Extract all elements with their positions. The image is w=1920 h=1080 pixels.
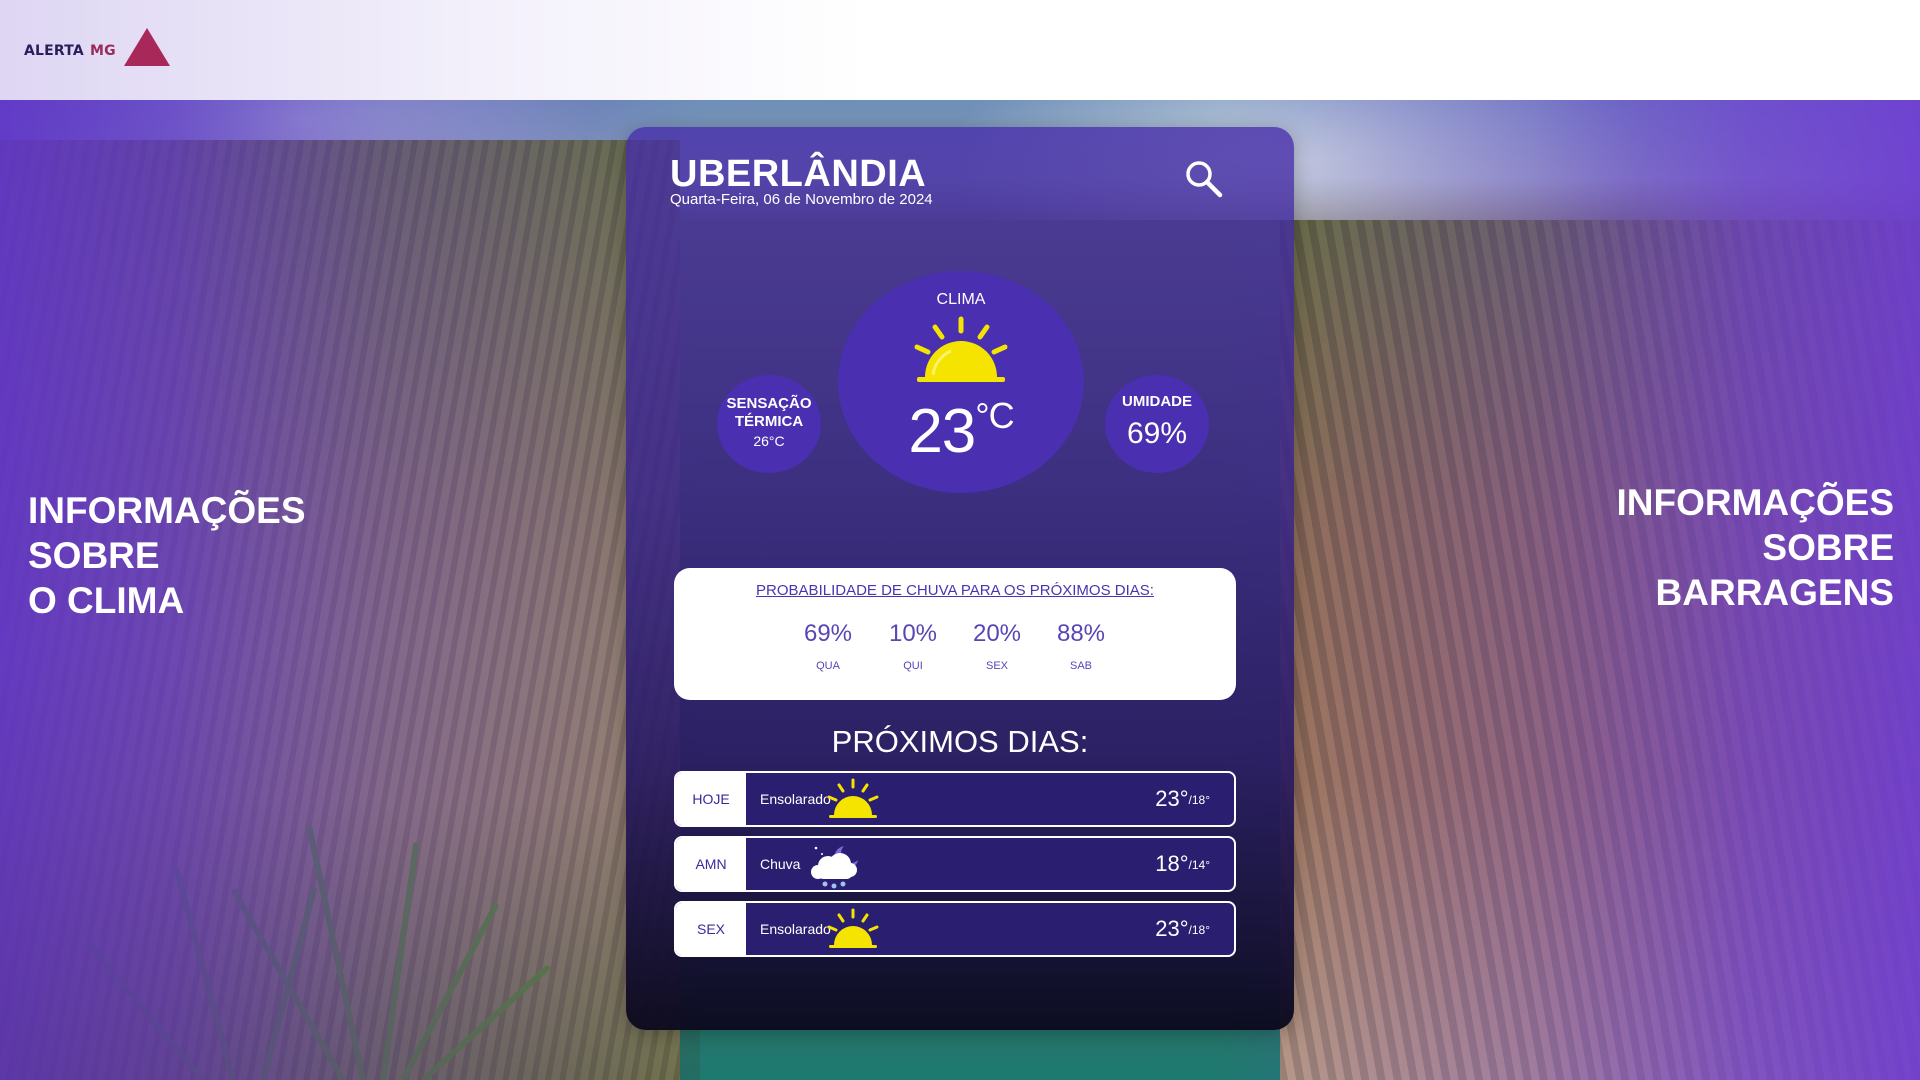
climate-info-line: INFORMAÇÕES [28, 490, 306, 531]
forecast-low: /14° [1188, 858, 1210, 872]
rain-day: 69% QUA [788, 620, 868, 672]
forecast-row-friday[interactable]: SEX Ensolarado 23° /18° [674, 901, 1236, 957]
forecast-condition: Chuva [760, 856, 801, 872]
current-temp-unit: °C [975, 395, 1014, 436]
logo-text-mg: MG [89, 43, 116, 59]
forecast-day: AMN [676, 838, 746, 890]
sun-icon [827, 778, 879, 818]
feels-like-widget: SENSAÇÃO TÉRMICA 26°C [717, 375, 821, 473]
forecast-condition: Ensolarado [760, 791, 831, 807]
feels-like-label: SENSAÇÃO TÉRMICA [717, 395, 821, 431]
triangle-icon [123, 28, 170, 66]
rain-day: 20% SEX [957, 620, 1037, 672]
humidity-widget: UMIDADE 69% [1105, 375, 1209, 473]
forecast-row-tomorrow[interactable]: AMN Chuva 18° /14° [674, 836, 1236, 892]
search-icon [1186, 161, 1223, 198]
sun-icon [914, 316, 1008, 382]
alerta-mg-logo[interactable]: ALERTA MG [24, 28, 170, 66]
forecast-day: HOJE [676, 773, 746, 825]
dams-info-link[interactable]: INFORMAÇÕES SOBRE BARRAGENS [1617, 480, 1895, 615]
forecast-high: 23° [1155, 916, 1189, 941]
rain-day-label: QUI [903, 660, 923, 672]
rain-percent: 88% [1056, 620, 1106, 647]
forecast-temps: 23° /18° [1155, 773, 1210, 825]
feels-like-label-line2: TÉRMICA [734, 413, 804, 430]
rain-cloud-moon-icon [811, 846, 858, 889]
rain-day: 88% SAB [1041, 620, 1121, 672]
forecast-low: /18° [1188, 793, 1210, 807]
climate-info-line: SOBRE [28, 535, 160, 576]
rain-day-label: SAB [1069, 660, 1092, 672]
forecast-day: SEX [676, 903, 746, 955]
left-overlay-fade [0, 640, 700, 1080]
current-weather-label: CLIMA [936, 291, 986, 308]
rain-percent: 69% [803, 620, 853, 647]
sun-icon [827, 908, 879, 948]
rain-percent: 20% [972, 620, 1022, 647]
rain-day-label: QUA [816, 660, 840, 672]
rain-probability-panel: PROBABILIDADE DE CHUVA PARA OS PRÓXIMOS … [674, 568, 1236, 700]
weather-card: UBERLÂNDIA Quarta-Feira, 06 de Novembro … [626, 127, 1294, 1030]
dams-info-line: SOBRE [1762, 527, 1894, 568]
rain-probability-title[interactable]: PROBABILIDADE DE CHUVA PARA OS PRÓXIMOS … [674, 582, 1236, 599]
dams-info-line: BARRAGENS [1655, 572, 1894, 613]
forecast-high: 18° [1155, 851, 1189, 876]
forecast-high: 23° [1155, 786, 1189, 811]
forecast-row-today[interactable]: HOJE Ensolarado 23° /18° [674, 771, 1236, 827]
logo-text-alerta: ALERTA [24, 43, 84, 59]
rain-day: 10% QUI [873, 620, 953, 672]
forecast-temps: 18° /14° [1155, 838, 1210, 890]
city-name: UBERLÂNDIA [670, 153, 927, 195]
current-date: Quarta-Feira, 06 de Novembro de 2024 [670, 191, 933, 208]
climate-info-line: O CLIMA [28, 580, 185, 621]
rain-percent: 10% [888, 620, 938, 647]
forecast-temps: 23° /18° [1155, 903, 1210, 955]
rain-day-label: SEX [985, 660, 1008, 672]
next-days-title: PRÓXIMOS DIAS: [831, 724, 1089, 759]
current-weather-widget: CLIMA 23°C [838, 271, 1084, 493]
search-button[interactable] [1182, 157, 1226, 201]
header-bar: ALERTA MG [0, 0, 1920, 100]
forecast-low: /18° [1188, 923, 1210, 937]
humidity-value: 69% [1126, 417, 1188, 450]
humidity-label: UMIDADE [1122, 393, 1192, 410]
dams-info-line: INFORMAÇÕES [1616, 482, 1895, 523]
feels-like-label-line1: SENSAÇÃO [726, 395, 812, 412]
climate-info-link[interactable]: INFORMAÇÕES SOBRE O CLIMA [28, 488, 306, 623]
forecast-condition: Ensolarado [760, 921, 831, 937]
current-temperature: 23°C [838, 395, 1084, 467]
feels-like-value: 26°C [753, 433, 785, 449]
current-temp-value: 23 [908, 397, 976, 466]
